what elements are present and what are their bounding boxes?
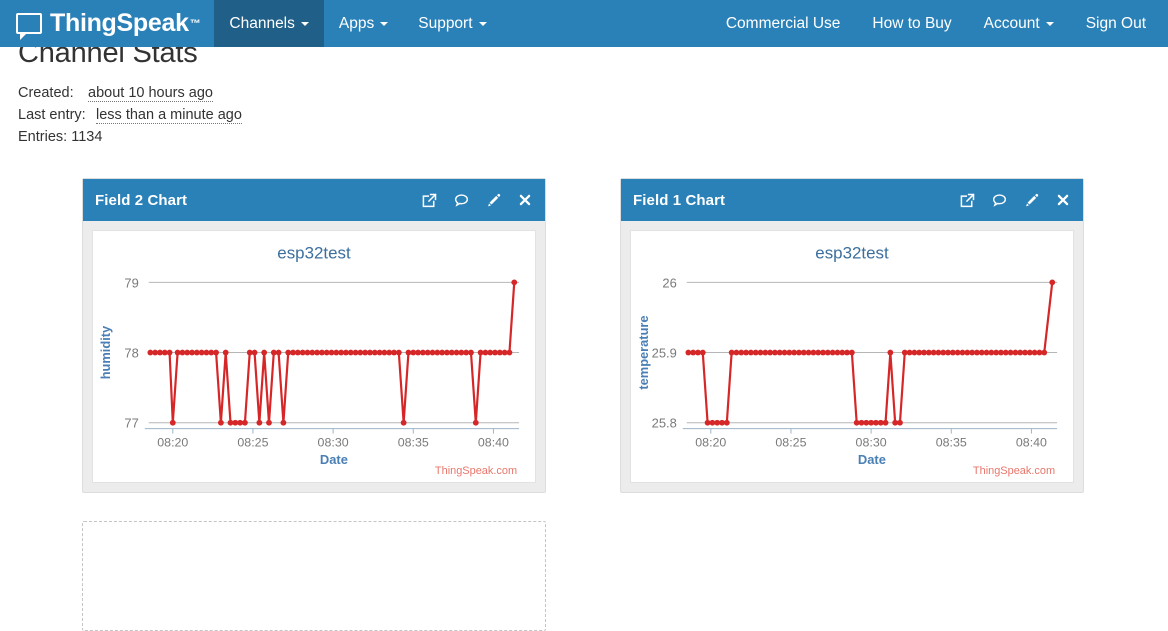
svg-text:humidity: humidity xyxy=(98,325,113,379)
field-1-chart-area[interactable]: esp32test 25.8 25.9 26 08:20 08:25 08:30 08:35 0… xyxy=(630,230,1074,483)
brand-text: ThingSpeak xyxy=(50,9,189,37)
field-2-line-chart: esp32test 77 78 79 08:20 08:25 08:30 08:35 08:40… xyxy=(98,244,520,477)
nav-item-support-label: Support xyxy=(418,14,473,32)
svg-text:08:30: 08:30 xyxy=(318,435,349,449)
field-2-chart-panel-heading: Field 2 Chart xyxy=(83,179,545,221)
svg-text:08:40: 08:40 xyxy=(478,435,509,449)
field-2-chart-area[interactable]: esp32test 77 78 79 08:20 08:25 08:30 08:35 08:40… xyxy=(92,230,536,483)
field-1-chart-panel-actions xyxy=(959,192,1071,208)
nav-item-how-to-buy[interactable]: How to Buy xyxy=(856,0,967,47)
svg-text:78: 78 xyxy=(124,346,138,361)
nav-item-sign-out-label: Sign Out xyxy=(1085,14,1146,32)
nav-item-apps[interactable]: Apps xyxy=(324,0,403,47)
close-icon[interactable] xyxy=(1055,192,1071,208)
svg-text:08:35: 08:35 xyxy=(936,435,967,449)
svg-text:08:20: 08:20 xyxy=(157,435,188,449)
nav-item-support[interactable]: Support xyxy=(403,0,501,47)
field-1-line-chart: esp32test 25.8 25.9 26 08:20 08:25 08:30 08:35 0… xyxy=(636,244,1058,477)
nav-item-channels-label: Channels xyxy=(229,14,295,32)
svg-text:08:30: 08:30 xyxy=(856,435,887,449)
field-2-chart-panel-actions xyxy=(421,192,533,208)
svg-text:08:35: 08:35 xyxy=(398,435,429,449)
chevron-down-icon xyxy=(300,21,309,26)
stat-label-last-entry: Last entry: xyxy=(18,107,86,123)
chevron-down-icon xyxy=(1045,21,1054,26)
stat-value-entries: 1134 xyxy=(71,129,103,145)
external-link-icon[interactable] xyxy=(421,192,437,208)
field-2-chart-panel-title: Field 2 Chart xyxy=(95,191,188,209)
stat-row-entries: Entries: 1134 xyxy=(18,126,242,148)
svg-text:77: 77 xyxy=(124,416,138,431)
svg-text:26: 26 xyxy=(662,275,676,290)
chevron-down-icon xyxy=(380,21,389,26)
field-1-chart-panel-title: Field 1 Chart xyxy=(633,191,726,209)
svg-text:08:25: 08:25 xyxy=(237,435,268,449)
svg-text:08:25: 08:25 xyxy=(775,435,806,449)
nav-item-apps-label: Apps xyxy=(338,14,375,32)
svg-text:08:20: 08:20 xyxy=(695,435,726,449)
pencil-icon[interactable] xyxy=(1023,192,1039,208)
nav-item-sign-out[interactable]: Sign Out xyxy=(1070,0,1168,47)
svg-text:temperature: temperature xyxy=(636,315,651,389)
field-1-chart-panel: Field 1 Chart esp32test 25.8 25.9 26 08:… xyxy=(620,178,1084,493)
stat-value-last-entry: less than a minute ago xyxy=(96,107,242,124)
stat-value-created: about 10 hours ago xyxy=(88,85,213,102)
field-2-chart-panel-body: esp32test 77 78 79 08:20 08:25 08:30 08:35 08:40… xyxy=(83,221,545,492)
thingspeak-brand-link[interactable]: ThingSpeak ™ xyxy=(0,0,214,47)
nav-item-how-to-buy-label: How to Buy xyxy=(872,14,952,32)
top-navbar: ThingSpeak ™ Channels Apps Support Comme… xyxy=(0,0,1168,47)
close-icon[interactable] xyxy=(517,192,533,208)
field-1-chart-panel-heading: Field 1 Chart xyxy=(621,179,1083,221)
nav-item-account-label: Account xyxy=(983,14,1040,32)
channel-stats-list: Created: about 10 hours ago Last entry: le… xyxy=(18,82,242,148)
svg-text:esp32test: esp32test xyxy=(277,244,351,263)
nav-item-commercial-use[interactable]: Commercial Use xyxy=(710,0,857,47)
comment-icon[interactable] xyxy=(991,192,1007,208)
svg-text:Date: Date xyxy=(320,452,348,467)
comment-icon[interactable] xyxy=(453,192,469,208)
nav-item-account[interactable]: Account xyxy=(968,0,1070,47)
svg-text:08:40: 08:40 xyxy=(1016,435,1047,449)
brand-trademark: ™ xyxy=(189,17,201,30)
pencil-icon[interactable] xyxy=(485,192,501,208)
nav-item-commercial-use-label: Commercial Use xyxy=(725,14,841,32)
nav-item-channels[interactable]: Channels xyxy=(214,0,324,47)
stat-label-created: Created: xyxy=(18,85,74,101)
navbar-right-group: Commercial Use How to Buy Account Sign O… xyxy=(710,0,1168,47)
svg-text:ThingSpeak.com: ThingSpeak.com xyxy=(435,465,517,477)
stat-row-created: Created: about 10 hours ago xyxy=(18,82,242,104)
speech-bubble-logo-icon xyxy=(16,13,42,40)
svg-text:ThingSpeak.com: ThingSpeak.com xyxy=(973,465,1055,477)
svg-text:esp32test: esp32test xyxy=(815,244,889,263)
channel-stats-section: Channel Stats Created: about 10 hours ago… xyxy=(18,36,242,148)
svg-text:25.9: 25.9 xyxy=(652,346,677,361)
field-2-chart-panel: Field 2 Chart esp32test 77 78 79 08:20 0… xyxy=(82,178,546,493)
chevron-down-icon xyxy=(478,21,487,26)
svg-text:Date: Date xyxy=(858,452,886,467)
stat-label-entries: Entries: xyxy=(18,129,68,145)
svg-text:79: 79 xyxy=(124,275,138,290)
add-widget-placeholder[interactable] xyxy=(82,521,546,631)
svg-text:25.8: 25.8 xyxy=(652,416,677,431)
navbar-left-group: ThingSpeak ™ Channels Apps Support xyxy=(0,0,502,47)
stat-row-last-entry: Last entry: less than a minute ago xyxy=(18,104,242,126)
field-1-chart-panel-body: esp32test 25.8 25.9 26 08:20 08:25 08:30 08:35 0… xyxy=(621,221,1083,492)
external-link-icon[interactable] xyxy=(959,192,975,208)
